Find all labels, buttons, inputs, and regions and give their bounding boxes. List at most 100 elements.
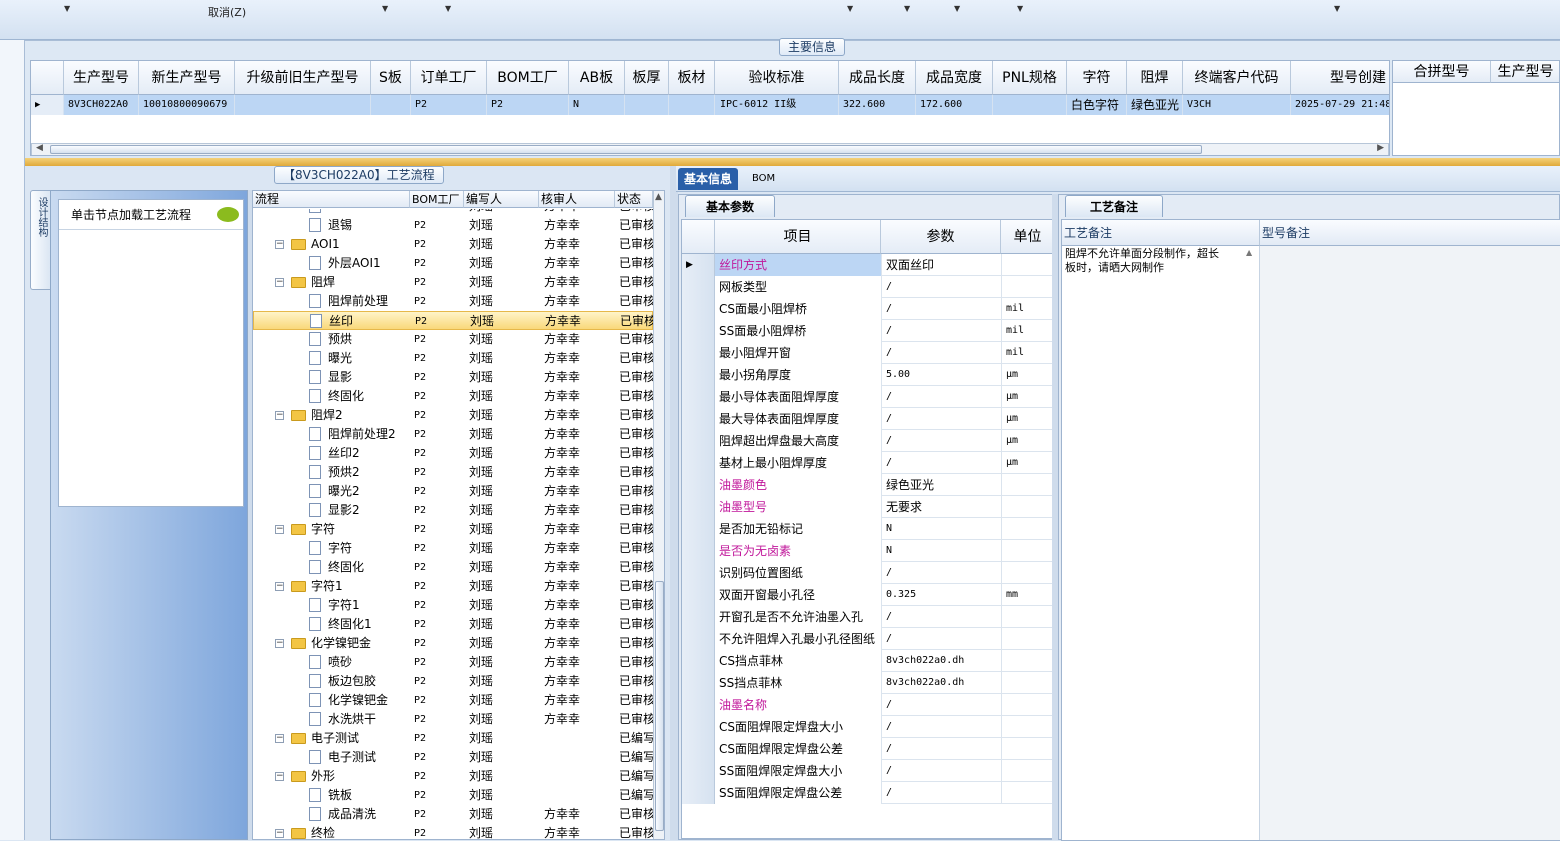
param-item[interactable]: SS面最小阻焊桥: [715, 320, 881, 342]
tree-cell[interactable]: P2: [414, 596, 464, 615]
tree-row[interactable]: 预烘 P2 刘瑶 方幸幸 已审核: [253, 330, 653, 349]
tree-row[interactable]: 化学镍钯金 P2 刘瑶 方幸幸 已审核: [253, 691, 653, 710]
tree-cell[interactable]: 已审核: [619, 368, 653, 387]
tree-row[interactable]: − 化学镍钯金 P2 刘瑶 方幸幸 已审核: [253, 634, 653, 653]
tree-cell[interactable]: 刘瑶: [469, 425, 539, 444]
column-header[interactable]: 单位: [1001, 220, 1053, 254]
tree-cell[interactable]: 刘瑶: [469, 767, 539, 786]
table-cell[interactable]: [669, 95, 715, 115]
tree-row[interactable]: 曝光2 P2 刘瑶 方幸幸 已审核: [253, 482, 653, 501]
param-row[interactable]: 开窗孔是否不允许油墨入孔 /: [682, 606, 1053, 628]
tree-cell[interactable]: 已编写: [619, 748, 653, 767]
dropdown-arrow-icon[interactable]: ▼: [1017, 4, 1023, 13]
param-item[interactable]: 最小阻焊开窗: [715, 342, 881, 364]
tree-node-label[interactable]: 终固化1: [328, 615, 372, 634]
scroll-up-icon[interactable]: ▲: [1246, 248, 1252, 257]
tree-cell[interactable]: P2: [414, 767, 464, 786]
tree-node-label[interactable]: 显影2: [328, 501, 360, 520]
column-header[interactable]: 验收标准: [715, 61, 839, 95]
tree-row[interactable]: − 字符1 P2 刘瑶 方幸幸 已审核: [253, 577, 653, 596]
param-item[interactable]: 丝印方式: [715, 254, 881, 276]
param-row[interactable]: CS挡点菲林 8v3ch022a0.dh: [682, 650, 1053, 672]
param-row[interactable]: CS面最小阻焊桥 / mil: [682, 298, 1053, 320]
tree-cell[interactable]: 刘瑶: [469, 444, 539, 463]
tree-node-label[interactable]: 退锡: [328, 216, 352, 235]
collapse-icon[interactable]: −: [275, 734, 284, 743]
scroll-left-icon[interactable]: ◀: [36, 143, 43, 153]
param-item[interactable]: SS面阻焊限定焊盘大小: [715, 760, 881, 782]
param-value[interactable]: 绿色亚光: [881, 474, 1001, 496]
tree-cell[interactable]: P2: [414, 805, 464, 824]
param-item[interactable]: 双面开窗最小孔径: [715, 584, 881, 606]
tree-node-label[interactable]: 字符: [311, 520, 335, 539]
tree-row[interactable]: 曝光 P2 刘瑶 方幸幸 已审核: [253, 349, 653, 368]
param-item[interactable]: 基材上最小阻焊厚度: [715, 452, 881, 474]
tree-row[interactable]: 字符 P2 刘瑶 方幸幸 已审核: [253, 539, 653, 558]
tree-cell[interactable]: 已审核: [619, 406, 653, 425]
tree-cell[interactable]: 已编写: [619, 786, 653, 805]
tree-cell[interactable]: 方幸幸: [544, 209, 614, 216]
param-value[interactable]: 0.325: [881, 584, 1001, 606]
tree-cell[interactable]: 已审核: [619, 691, 653, 710]
dropdown-arrow-icon[interactable]: ▼: [1334, 4, 1340, 13]
tree-row[interactable]: − 终检 P2 刘瑶 方幸幸 已审核: [253, 824, 653, 839]
param-value[interactable]: /: [881, 738, 1001, 760]
tree-cell[interactable]: 刘瑶: [469, 235, 539, 254]
param-value[interactable]: /: [881, 562, 1001, 584]
scroll-up-icon[interactable]: ▲: [655, 192, 662, 202]
tree-cell[interactable]: 方幸幸: [544, 349, 614, 368]
tree-cell[interactable]: 刘瑶: [469, 691, 539, 710]
tree-cell[interactable]: 刘瑶: [469, 615, 539, 634]
param-row[interactable]: 最小导体表面阻焊厚度 / μm: [682, 386, 1053, 408]
tree-row[interactable]: P2 刘瑶方幸幸已审核: [253, 209, 653, 216]
tree-cell[interactable]: 刘瑶: [469, 254, 539, 273]
param-value[interactable]: /: [881, 452, 1001, 474]
tree-node-label[interactable]: 喷砂: [328, 653, 352, 672]
tree-cell[interactable]: 刘瑶: [469, 653, 539, 672]
tree-cell[interactable]: 刘瑶: [469, 672, 539, 691]
column-header[interactable]: 订单工厂: [411, 61, 487, 95]
tree-cell[interactable]: 已审核: [619, 209, 653, 216]
tree-cell[interactable]: 已审核: [619, 330, 653, 349]
tree-node-label[interactable]: 终固化: [328, 387, 364, 406]
table-cell[interactable]: [625, 95, 669, 115]
param-item[interactable]: 油墨名称: [715, 694, 881, 716]
param-value[interactable]: 8v3ch022a0.dh: [881, 672, 1001, 694]
tree-cell[interactable]: 方幸幸: [544, 330, 614, 349]
tree-cell[interactable]: 方幸幸: [544, 292, 614, 311]
param-item[interactable]: 开窗孔是否不允许油墨入孔: [715, 606, 881, 628]
tree-cell[interactable]: 已审核: [619, 235, 653, 254]
param-value[interactable]: /: [881, 716, 1001, 738]
column-header[interactable]: 新生产型号: [139, 61, 235, 95]
tree-cell[interactable]: 已审核: [619, 292, 653, 311]
tree-row[interactable]: 显影2 P2 刘瑶 方幸幸 已审核: [253, 501, 653, 520]
tree-cell[interactable]: P2: [414, 577, 464, 596]
scroll-thumb[interactable]: [50, 145, 1202, 154]
tree-row[interactable]: − 外形 P2 刘瑶 已编写: [253, 767, 653, 786]
column-header[interactable]: 编写人: [464, 191, 539, 208]
tree-node-label[interactable]: 丝印2: [328, 444, 360, 463]
tree-cell[interactable]: P2: [414, 520, 464, 539]
collapse-icon[interactable]: −: [275, 278, 284, 287]
table-cell[interactable]: IPC-6012 II级: [715, 95, 839, 115]
tree-cell[interactable]: 已编写: [619, 729, 653, 748]
tree-row[interactable]: 终固化 P2 刘瑶 方幸幸 已审核: [253, 387, 653, 406]
column-header[interactable]: 阻焊: [1127, 61, 1183, 95]
tree-row[interactable]: − 阻焊 P2 刘瑶 方幸幸 已审核: [253, 273, 653, 292]
tree-cell[interactable]: P2: [414, 463, 464, 482]
tree-row[interactable]: − 字符 P2 刘瑶 方幸幸 已审核: [253, 520, 653, 539]
table-cell[interactable]: [993, 95, 1067, 115]
tree-row[interactable]: 成品清洗 P2 刘瑶 方幸幸 已审核: [253, 805, 653, 824]
tree-node-label[interactable]: 板边包胶: [328, 672, 376, 691]
tree-cell[interactable]: 已审核: [619, 539, 653, 558]
param-row[interactable]: 是否加无铅标记 N: [682, 518, 1053, 540]
tree-cell[interactable]: 刘瑶: [469, 406, 539, 425]
table-cell[interactable]: 8V3CH022A0: [64, 95, 139, 115]
param-item[interactable]: 最小拐角厚度: [715, 364, 881, 386]
tree-node-label[interactable]: 电子测试: [328, 748, 376, 767]
column-header[interactable]: 流程: [253, 191, 410, 208]
tree-cell[interactable]: 已审核: [619, 273, 653, 292]
tree-node-label[interactable]: 铣板: [328, 786, 352, 805]
column-header[interactable]: 终端客户代码: [1183, 61, 1291, 95]
param-value[interactable]: /: [881, 628, 1001, 650]
